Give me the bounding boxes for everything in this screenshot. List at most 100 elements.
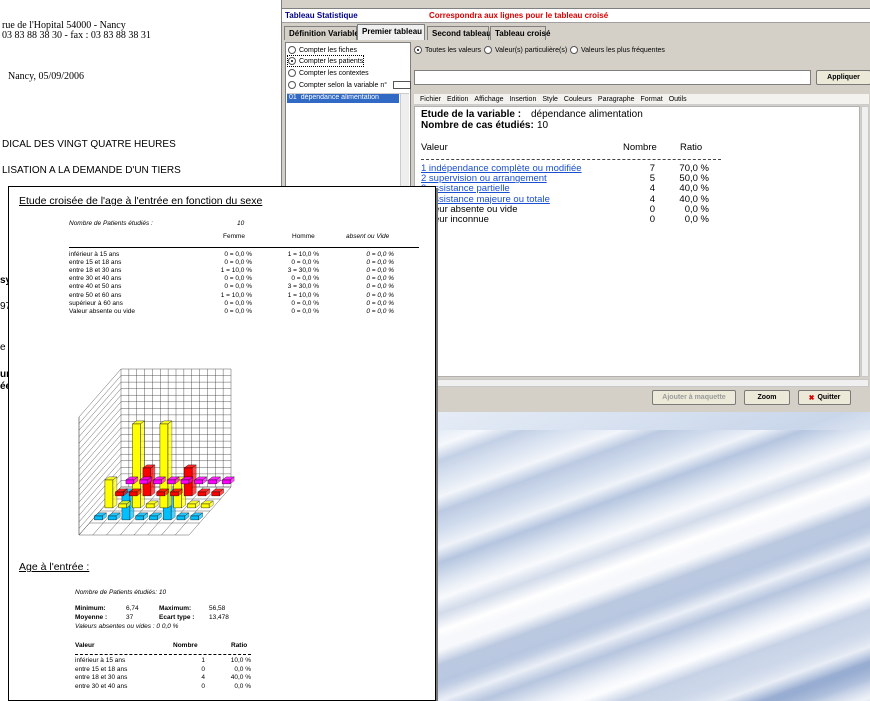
cross-row-femme: 0 = 0,0 %	[224, 251, 252, 258]
moy-value: 37	[126, 614, 134, 621]
wallpaper-streaks	[430, 430, 870, 701]
variable-name: dépendance alimentation	[300, 94, 379, 101]
age-col-valeur: Valeur	[75, 642, 95, 649]
cross-row-label: Valeur absente ou vide	[69, 307, 136, 315]
chart-gridline	[78, 421, 122, 470]
window-title: Tableau Statistique	[285, 11, 358, 20]
variable-number-field[interactable]	[393, 81, 412, 89]
report-title: Etude croisée de l'age à l'entrée en fon…	[19, 195, 263, 207]
chart-bar	[200, 503, 210, 509]
radio-label: Compter les contextes	[299, 69, 369, 77]
menu-edition[interactable]: Edition	[447, 96, 468, 103]
cross-row-femme: 0 = 0,0 %	[224, 283, 252, 291]
cross-row-homme: 0 = 0,0 %	[291, 299, 319, 307]
menu-couleurs[interactable]: Couleurs	[564, 96, 592, 103]
age-row-nombre: 0	[201, 665, 205, 673]
variable-list-item[interactable]: 01 dépendance alimentation	[287, 94, 399, 103]
age-row-label: entre 30 et 40 ans	[75, 682, 128, 690]
etude-value: dépendance alimentation	[531, 109, 643, 120]
chart-bar	[107, 515, 117, 521]
apply-button[interactable]: Appliquer	[816, 70, 870, 85]
value-row-nombre: 0	[649, 214, 655, 225]
tab-tableau-croise[interactable]: Tableau croisé	[490, 26, 550, 40]
cross-row-label: entre 18 et 30 ans	[69, 267, 122, 275]
chart-bar	[170, 491, 179, 497]
chart-bar	[104, 479, 114, 509]
chart-gridline	[78, 408, 122, 457]
ajouter-maquette-button[interactable]: Ajouter à maquette	[652, 390, 736, 405]
letter-heading-1: DICAL DES VINGT QUATRE HEURES	[2, 139, 176, 150]
radio-label: Compter les fiches	[299, 46, 357, 54]
letter-date: Nancy, 05/09/2006	[8, 71, 85, 82]
tab-definition-variables[interactable]: Définition Variables	[284, 26, 363, 40]
radio-icon	[570, 46, 578, 54]
cross-row-label: entre 40 et 50 ans	[69, 283, 122, 291]
radio-icon	[288, 81, 296, 89]
age-col-ratio: Ratio	[231, 642, 248, 649]
chart-bar	[180, 479, 190, 485]
menu-affichage[interactable]: Affichage	[474, 96, 503, 103]
chart-gridline	[78, 375, 122, 424]
cross-row-femme: 1 = 10,0 %	[220, 291, 252, 299]
chart-bar	[156, 491, 165, 497]
tab-premier-tableau[interactable]: Premier tableau	[357, 24, 425, 40]
min-value: 6,74	[126, 605, 139, 612]
cross-row-label: inférieur à 15 ans	[69, 251, 120, 258]
cross-row-label: entre 30 et 40 ans	[69, 275, 122, 283]
table-rule	[421, 159, 721, 160]
cross-row-homme: 1 = 10,0 %	[287, 291, 319, 299]
chart-gridline	[78, 368, 122, 418]
cas-value: 10	[537, 120, 549, 131]
age-row-ratio: 0,0 %	[234, 665, 251, 673]
radio-compter-fiches[interactable]: Compter les fiches	[288, 45, 357, 55]
cross-row-femme: 0 = 0,0 %	[224, 307, 252, 315]
document-horizontal-scrollbar[interactable]	[414, 379, 869, 387]
menu-fichier[interactable]: Fichier	[420, 96, 441, 103]
radio-label: Compter selon la variable n°	[299, 81, 388, 89]
window-top-strip	[282, 0, 870, 9]
max-value: 56,58	[209, 605, 226, 612]
menu-insertion[interactable]: Insertion	[509, 96, 536, 103]
radio-label: Valeur(s) particulière(s)	[495, 46, 568, 54]
age-section-title: Age à l'entrée :	[19, 561, 90, 573]
radio-toutes-valeurs[interactable]: Toutes les valeurs	[414, 45, 481, 55]
radio-compter-contextes[interactable]: Compter les contextes	[288, 68, 369, 78]
results-area: Toutes les valeurs Valeur(s) particulièr…	[412, 42, 870, 405]
cross-3d-bar-chart	[78, 368, 235, 536]
chart-bar	[211, 491, 220, 497]
radio-compter-patients[interactable]: Compter les patients	[286, 55, 365, 67]
cross-row-absent: 0 = 0,0 %	[366, 291, 394, 299]
menu-style[interactable]: Style	[542, 96, 558, 103]
chart-bar	[166, 479, 176, 485]
moy-label: Moyenne :	[75, 614, 108, 621]
radio-valeurs-particulieres[interactable]: Valeur(s) particulière(s)	[484, 45, 567, 55]
quitter-button[interactable]: ✖ Quitter	[798, 390, 851, 405]
document-vertical-scrollbar[interactable]	[861, 106, 869, 377]
chart-bar	[197, 491, 207, 497]
editor-menubar: Fichier Edition Affichage Insertion Styl…	[414, 94, 869, 105]
filter-input[interactable]	[414, 70, 811, 85]
age-row-nombre: 0	[201, 682, 205, 690]
letter-phone: 03 83 88 38 30 - fax : 03 83 88 38 31	[2, 30, 151, 41]
menu-outils[interactable]: Outils	[669, 96, 687, 103]
radio-icon	[288, 69, 296, 77]
chart-bar	[221, 479, 231, 485]
zoom-button[interactable]: Zoom	[744, 390, 790, 405]
variable-num: 01	[289, 94, 297, 101]
radio-compter-variable[interactable]: Compter selon la variable n°	[288, 80, 412, 90]
max-label: Maximum:	[159, 605, 192, 612]
chart-gridline	[78, 381, 122, 431]
menu-paragraphe[interactable]: Paragraphe	[598, 96, 635, 103]
radio-label: Compter les patients	[299, 57, 364, 65]
chart-gridline	[78, 401, 122, 450]
cross-table-rule	[69, 247, 419, 248]
cross-row-absent: 0 = 0,0 %	[366, 251, 394, 258]
cross-row-homme: 3 = 30,0 %	[287, 267, 319, 275]
min-label: Minimum:	[75, 605, 106, 612]
radio-valeurs-frequentes[interactable]: Valeurs les plus fréquentes	[570, 45, 665, 55]
age-row-ratio: 10,0 %	[230, 657, 251, 664]
menu-format[interactable]: Format	[641, 96, 663, 103]
nb-patients-value: 10	[237, 220, 245, 227]
tab-second-tableau[interactable]: Second tableau	[427, 26, 491, 40]
col-femme: Femme	[223, 233, 246, 240]
